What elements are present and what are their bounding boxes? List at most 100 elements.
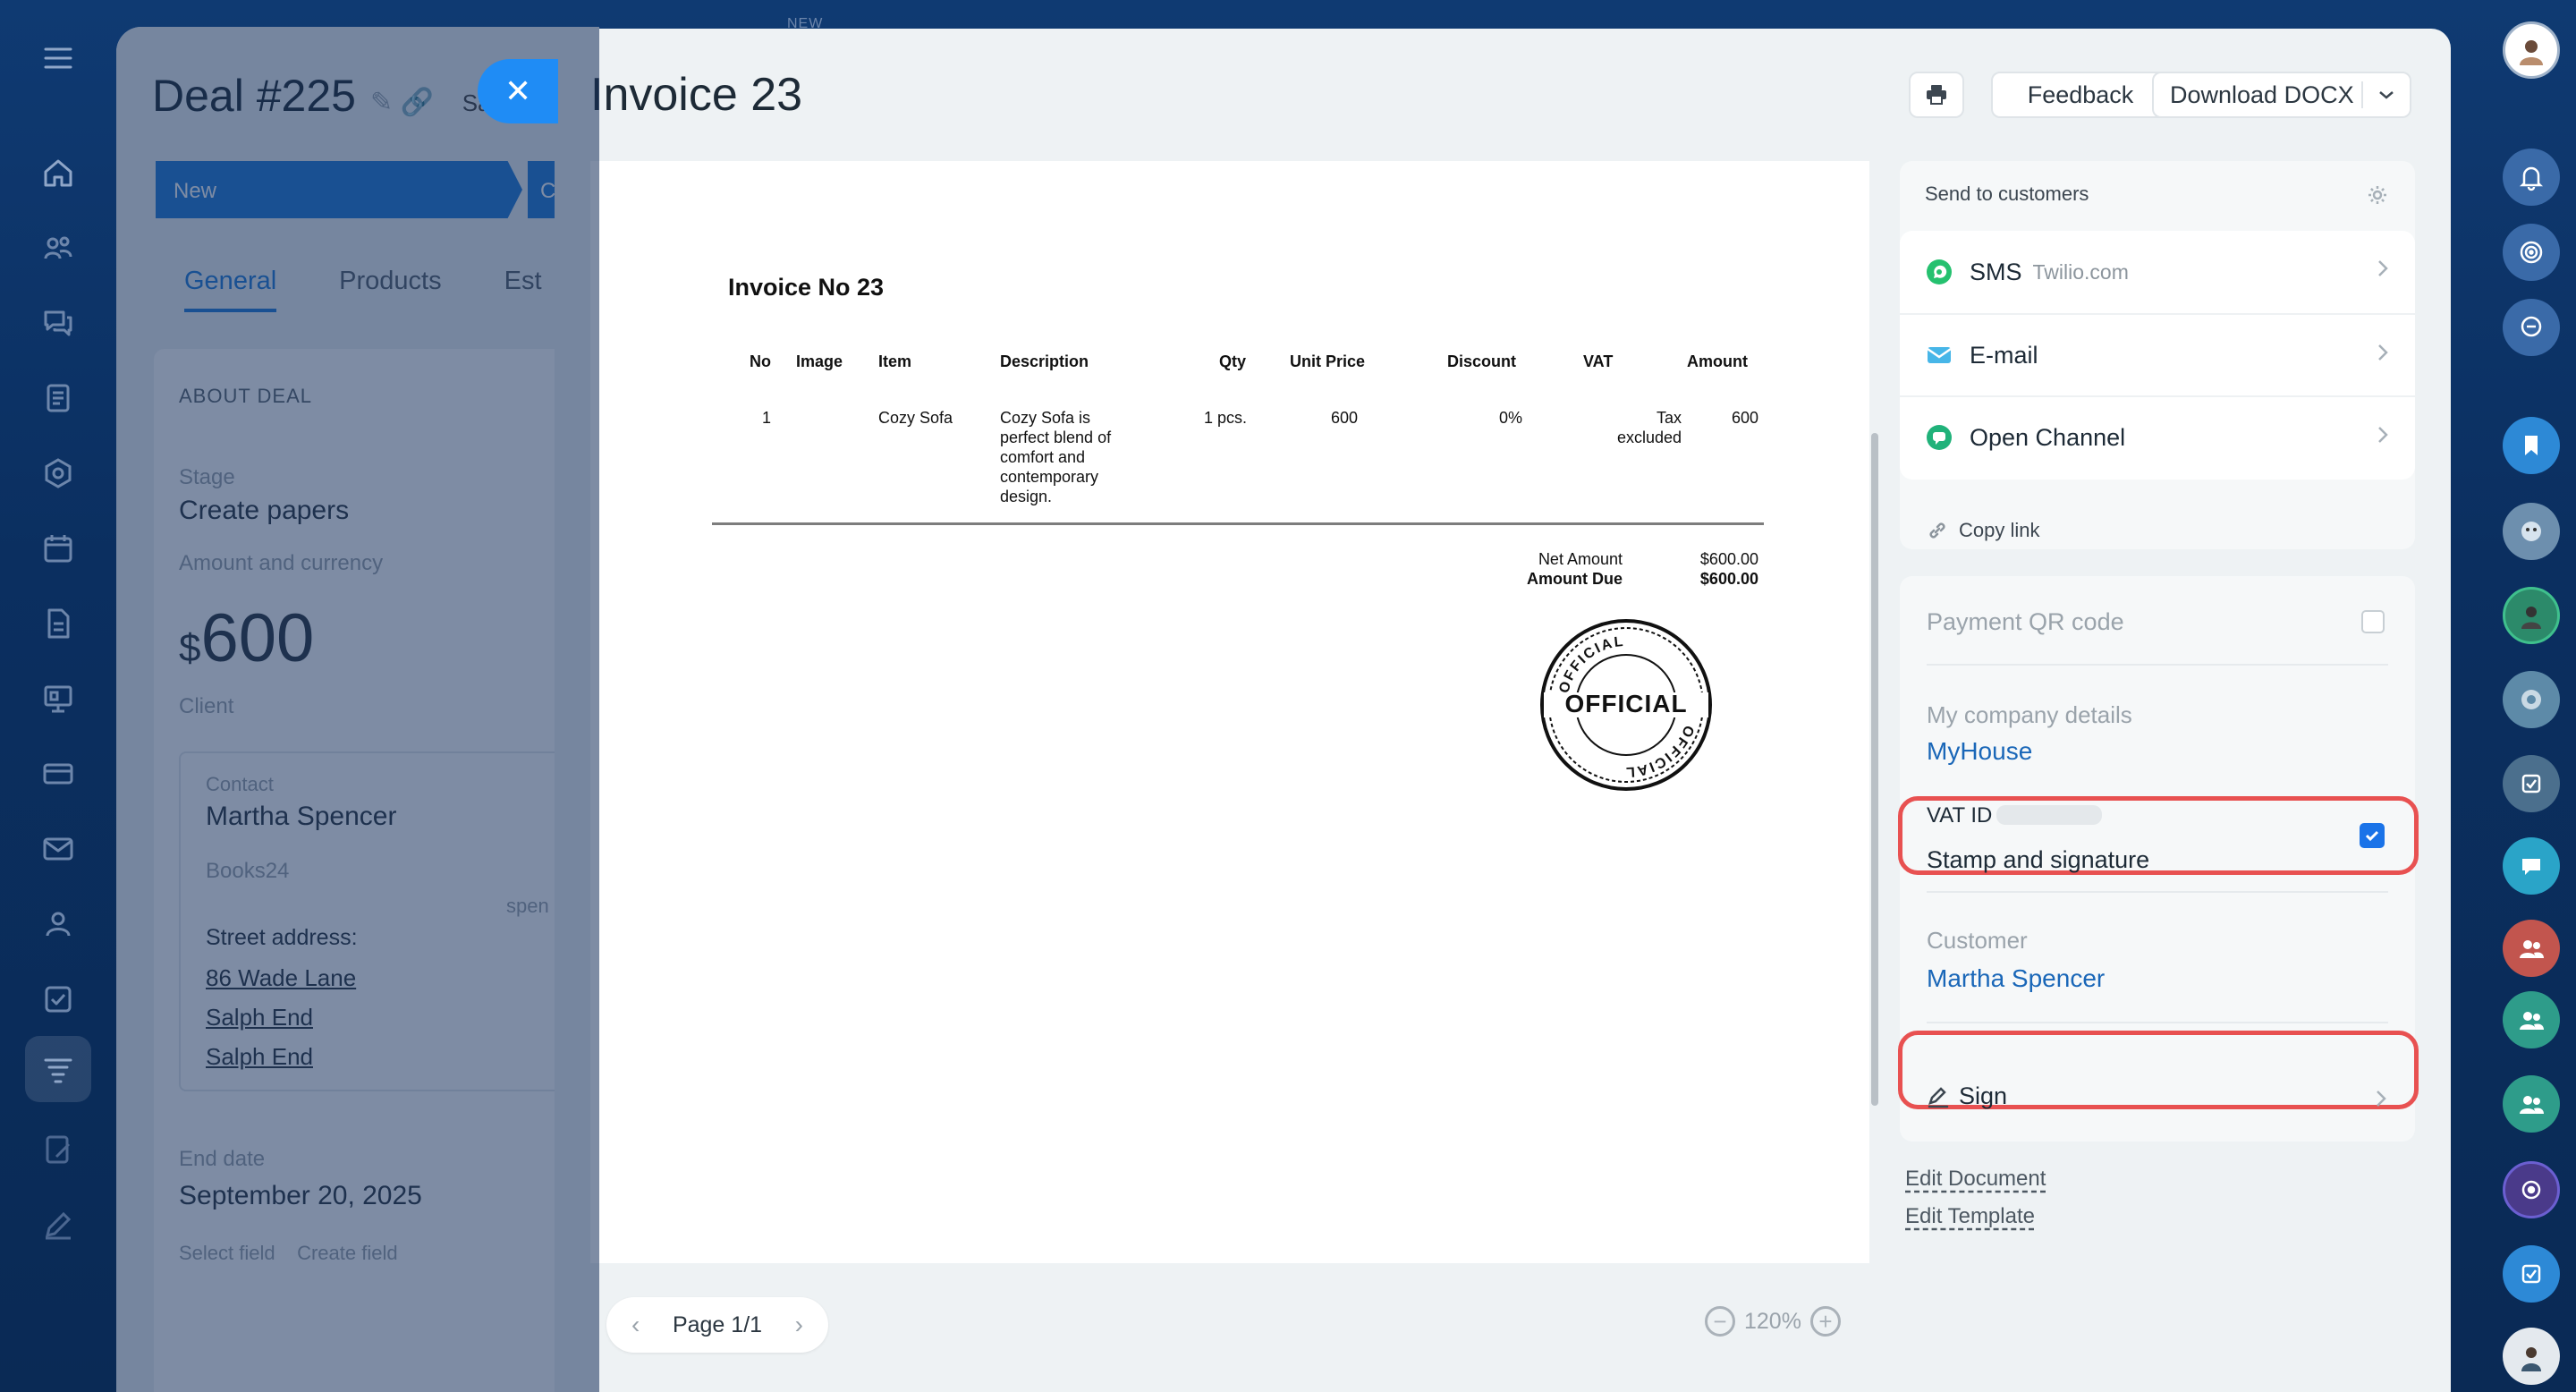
edit-doc-icon[interactable]: [36, 1127, 80, 1172]
contact-name[interactable]: Martha Spencer: [206, 802, 396, 832]
address-line-3[interactable]: Salph End: [206, 1043, 313, 1071]
zoom-level: 120%: [1744, 1308, 1801, 1334]
file-icon[interactable]: [36, 601, 80, 646]
channel-provider: Twilio.com: [2032, 259, 2129, 284]
chevron-right-icon: [2378, 344, 2388, 361]
official-stamp: OFFICIAL OFFICIAL OFFICIAL: [1538, 617, 1714, 793]
col-qty: Qty: [1219, 352, 1247, 370]
net-amount-value: $600.00: [1699, 550, 1758, 568]
chevron-right-icon: [2377, 1091, 2386, 1107]
address-line-1[interactable]: 86 Wade Lane: [206, 964, 356, 992]
net-amount-label: Net Amount: [1538, 550, 1623, 568]
menu-icon[interactable]: [36, 36, 80, 81]
edit-icon[interactable]: ✎ 🔗: [370, 88, 434, 117]
user-avatar[interactable]: [2503, 587, 2560, 644]
chat-bubble-icon[interactable]: [2503, 837, 2560, 895]
amount-number: 600: [200, 600, 315, 676]
link-icon: [1929, 522, 1945, 539]
company-details-label: My company details: [1927, 701, 2132, 728]
channel-name: Open Channel: [1970, 423, 2126, 451]
target-icon[interactable]: [2503, 224, 2560, 281]
zoom-out-icon[interactable]: −: [1705, 1306, 1735, 1337]
total-divider: [712, 522, 1764, 525]
col-unit-price: Unit Price: [1290, 352, 1366, 370]
feedback-button[interactable]: Feedback: [1991, 72, 2170, 118]
chat-icon[interactable]: [36, 301, 80, 345]
funnel-icon[interactable]: [36, 1047, 80, 1091]
collab-icon[interactable]: [36, 225, 80, 270]
presentation-icon[interactable]: [36, 676, 80, 721]
next-page-icon[interactable]: ›: [795, 1311, 803, 1339]
stage-field-label: Stage: [179, 465, 235, 489]
download-docx-button[interactable]: Download DOCX: [2152, 72, 2411, 118]
mail-icon[interactable]: [36, 827, 80, 871]
address-line-2[interactable]: Salph End: [206, 1004, 313, 1031]
sign-button[interactable]: Sign: [1927, 1082, 2007, 1110]
svg-text:OFFICIAL: OFFICIAL: [1624, 723, 1697, 779]
document-icon[interactable]: [36, 376, 80, 420]
document-scrollbar[interactable]: [1871, 433, 1878, 1106]
sign-label: Sign: [1959, 1082, 2008, 1109]
zoom-in-icon[interactable]: +: [1809, 1306, 1841, 1337]
printer-icon: [1927, 85, 1946, 105]
payment-qr-label: Payment QR code: [1927, 608, 2124, 635]
user-avatar[interactable]: [2503, 1328, 2560, 1385]
col-vat: VAT: [1583, 352, 1614, 370]
bot-avatar[interactable]: [2503, 503, 2560, 560]
company-details-link[interactable]: MyHouse: [1927, 737, 2032, 766]
print-button[interactable]: [1909, 72, 1964, 118]
section-title: ABOUT DEAL: [179, 385, 312, 407]
tab-estimates[interactable]: Est: [504, 267, 542, 312]
tasks-icon[interactable]: [2503, 1245, 2560, 1303]
stage-new[interactable]: New: [156, 161, 522, 218]
edit-template-link[interactable]: Edit Template: [1905, 1204, 2035, 1229]
close-button[interactable]: ✕: [478, 59, 558, 123]
bookmark-icon[interactable]: [2503, 417, 2560, 474]
whatsapp-icon: [1927, 259, 1952, 284]
group-chat-icon[interactable]: [2503, 1075, 2560, 1133]
stage-field-value[interactable]: Create papers: [179, 496, 349, 526]
group-chat-icon[interactable]: [2503, 920, 2560, 977]
vat-line: Tax: [1656, 409, 1682, 427]
doc-title: Invoice No 23: [728, 274, 885, 301]
edit-document-link[interactable]: Edit Document: [1905, 1167, 2046, 1192]
tab-products[interactable]: Products: [339, 267, 441, 312]
task-chat-icon[interactable]: [2503, 755, 2560, 812]
stamp-center-text: OFFICIAL: [1564, 690, 1687, 717]
customer-link[interactable]: Martha Spencer: [1927, 964, 2105, 993]
calendar-icon[interactable]: [36, 526, 80, 571]
end-date-value[interactable]: September 20, 2025: [179, 1181, 422, 1211]
payment-qr-checkbox[interactable]: [2361, 610, 2385, 633]
send-channels: SMS Twilio.com E-mail Open Channel: [1900, 231, 2415, 480]
home-icon[interactable]: [36, 150, 80, 195]
crm-icon[interactable]: [36, 451, 80, 496]
field-actions[interactable]: Select field Create field: [179, 1242, 398, 1265]
gear-icon[interactable]: [2367, 184, 2388, 210]
pen-icon[interactable]: [36, 1202, 80, 1247]
channel-sms[interactable]: SMS Twilio.com: [1900, 231, 2415, 313]
prev-page-icon[interactable]: ‹: [631, 1311, 640, 1339]
page-title: Invoice 23: [590, 69, 803, 121]
tab-general[interactable]: General: [184, 267, 277, 312]
card-icon[interactable]: [36, 751, 80, 796]
col-item: Item: [878, 352, 912, 370]
group-chat-icon[interactable]: [2503, 991, 2560, 1048]
avatar[interactable]: [2503, 21, 2560, 79]
left-navigation: [0, 0, 116, 1392]
chevron-down-icon[interactable]: [2363, 89, 2410, 101]
copilot-icon[interactable]: [2503, 1161, 2560, 1218]
stamp-signature-label: Stamp and signature: [1927, 846, 2150, 873]
group-avatar[interactable]: [2503, 671, 2560, 728]
search-chat-icon[interactable]: [2503, 299, 2560, 356]
copy-link-button[interactable]: Copy link: [1927, 519, 2039, 542]
invoice-document: Invoice No 23 No Image Item Description …: [590, 161, 1869, 1263]
tasks-icon[interactable]: [36, 977, 80, 1022]
contacts-icon[interactable]: [36, 902, 80, 946]
amount-value: $600: [179, 599, 314, 677]
channel-open-channel[interactable]: Open Channel: [1900, 395, 2415, 478]
channel-email[interactable]: E-mail: [1900, 313, 2415, 395]
stamp-signature-checkbox[interactable]: [2360, 823, 2385, 848]
bell-icon[interactable]: [2503, 149, 2560, 206]
divider: [1927, 664, 2388, 666]
desc-line: design.: [1000, 488, 1053, 505]
